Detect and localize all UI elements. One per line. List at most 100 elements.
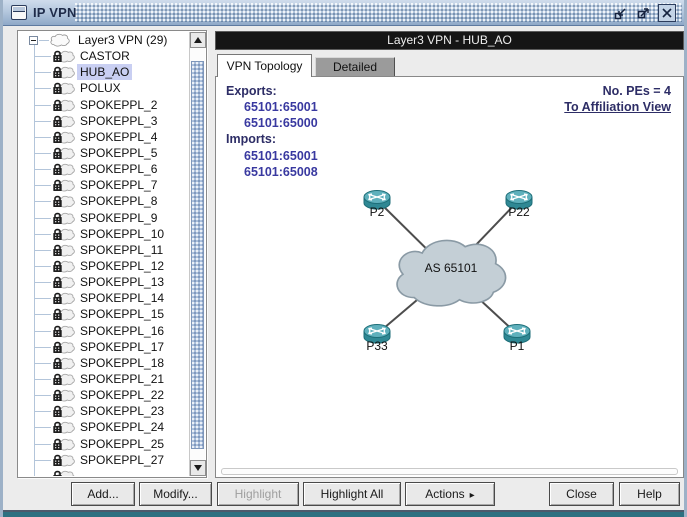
tree-vertical-scrollbar[interactable] <box>189 32 205 476</box>
lock-cloud-icon <box>52 146 76 160</box>
tree-item-label: SPOKEPPL_6 <box>77 161 160 177</box>
tree-connector <box>34 105 51 106</box>
tree-item[interactable]: SPOKEPPL_11 <box>19 242 189 258</box>
collapse-expander-icon[interactable] <box>29 36 38 45</box>
router-label: P1 <box>487 339 547 353</box>
tree-connector <box>34 444 51 445</box>
add-button[interactable]: Add... <box>71 482 135 506</box>
tree-item[interactable]: SPOKEPPL_5 <box>19 145 189 161</box>
tree-item[interactable]: SPOKEPPL_4 <box>19 129 189 145</box>
tree-item[interactable]: SPOKEPPL_9 <box>19 210 189 226</box>
tree-item[interactable]: SPOKEPPL_7 <box>19 177 189 193</box>
lock-cloud-icon <box>52 211 76 225</box>
actions-label: Actions <box>425 487 464 501</box>
tree-root[interactable]: Layer3 VPN (29) <box>19 32 189 48</box>
as-cloud-label: AS 65101 <box>401 261 501 275</box>
tree-connector <box>34 363 51 364</box>
titlebar-texture <box>75 3 682 22</box>
tree-item[interactable]: SPOKEPPL_10 <box>19 226 189 242</box>
lock-cloud-icon <box>52 227 76 241</box>
highlight-all-button[interactable]: Highlight All <box>303 482 401 506</box>
tree-item[interactable]: SPOKEPPL_15 <box>19 306 189 322</box>
tree-connector <box>39 40 49 41</box>
tree-item[interactable]: SPOKEPPL_3 <box>19 113 189 129</box>
detail-panel: Layer3 VPN - HUB_AO Detailed VPN Topolog… <box>215 30 684 478</box>
tree-connector <box>34 88 51 89</box>
tree-connector <box>34 234 51 235</box>
tree-item-label: SPOKEPPL_2 <box>77 97 160 113</box>
window-title: IP VPN <box>33 5 77 20</box>
tree-item[interactable]: SPOKEPPL_13 <box>19 274 189 290</box>
modify-button[interactable]: Modify... <box>139 482 212 506</box>
router-label: P2 <box>347 205 407 219</box>
tree-item-partial[interactable] <box>19 468 189 476</box>
maximize-icon[interactable] <box>635 4 653 22</box>
lock-cloud-icon <box>52 388 76 402</box>
tree-item[interactable]: SPOKEPPL_25 <box>19 436 189 452</box>
tree-item-label: SPOKEPPL_16 <box>77 323 167 339</box>
tree-item[interactable]: SPOKEPPL_16 <box>19 323 189 339</box>
close-button[interactable]: Close <box>549 482 614 506</box>
tab-vpn-topology[interactable]: VPN Topology <box>217 54 312 77</box>
tree-item[interactable]: SPOKEPPL_27 <box>19 452 189 468</box>
tree-connector <box>34 331 51 332</box>
tree-item[interactable]: SPOKEPPL_22 <box>19 387 189 403</box>
tree-item-label: HUB_AO <box>77 64 132 80</box>
tree-item[interactable]: SPOKEPPL_2 <box>19 97 189 113</box>
lock-cloud-icon <box>52 420 76 434</box>
lock-cloud-icon <box>52 259 76 273</box>
tree-item[interactable]: HUB_AO <box>19 64 189 80</box>
vpn-tree-panel: Layer3 VPN (29) CASTORHUB_AOPOLUXSPOKEPP… <box>17 30 207 478</box>
tree-item-label: SPOKEPPL_3 <box>77 113 160 129</box>
lock-cloud-icon <box>52 65 76 79</box>
tree-item[interactable]: CASTOR <box>19 48 189 64</box>
lock-cloud-icon <box>52 130 76 144</box>
lock-cloud-icon <box>52 372 76 386</box>
tree-connector <box>34 411 51 412</box>
highlight-button: Highlight <box>217 482 299 506</box>
lock-cloud-icon <box>52 324 76 338</box>
title-bar[interactable]: IP VPN <box>3 0 684 26</box>
tree-connector <box>34 298 51 299</box>
lock-cloud-icon <box>52 81 76 95</box>
tree-item[interactable]: SPOKEPPL_17 <box>19 339 189 355</box>
tree-item-label: SPOKEPPL_8 <box>77 193 160 209</box>
tree-item[interactable]: SPOKEPPL_14 <box>19 290 189 306</box>
tree-item-label: SPOKEPPL_13 <box>77 274 167 290</box>
tree-item[interactable]: SPOKEPPL_23 <box>19 403 189 419</box>
tree-item-label: SPOKEPPL_9 <box>77 210 160 226</box>
scroll-down-icon[interactable] <box>190 460 206 476</box>
tree-connector <box>34 169 51 170</box>
lock-cloud-icon <box>52 356 76 370</box>
button-bar: Add... Modify... Highlight Highlight All… <box>3 482 684 510</box>
actions-menu-button[interactable]: Actions▸ <box>405 482 495 506</box>
tree-item[interactable]: SPOKEPPL_18 <box>19 355 189 371</box>
tree-item[interactable]: SPOKEPPL_8 <box>19 193 189 209</box>
tree-connector <box>34 460 51 461</box>
close-icon[interactable] <box>658 4 676 22</box>
tree-item-label: SPOKEPPL_27 <box>77 452 167 468</box>
help-button[interactable]: Help <box>619 482 680 506</box>
tree-item-label: SPOKEPPL_4 <box>77 129 160 145</box>
tree-connector <box>34 153 51 154</box>
tree-item[interactable]: SPOKEPPL_12 <box>19 258 189 274</box>
scrollbar-thumb[interactable] <box>191 61 204 449</box>
tree-connector <box>34 379 51 380</box>
tree-connector <box>34 314 51 315</box>
tree-item[interactable]: SPOKEPPL_24 <box>19 419 189 435</box>
lock-cloud-icon <box>52 275 76 289</box>
tree-item[interactable]: SPOKEPPL_21 <box>19 371 189 387</box>
iconify-icon[interactable] <box>612 4 630 22</box>
lock-cloud-icon <box>52 98 76 112</box>
tree-item[interactable]: POLUX <box>19 80 189 96</box>
tree-item-label: SPOKEPPL_21 <box>77 371 167 387</box>
lock-cloud-icon <box>52 49 76 63</box>
tree-item[interactable]: SPOKEPPL_6 <box>19 161 189 177</box>
horizontal-scrollbar[interactable] <box>221 468 678 475</box>
tree-item-label: SPOKEPPL_15 <box>77 306 167 322</box>
tree-item-label: SPOKEPPL_17 <box>77 339 167 355</box>
tree-connector <box>34 250 51 251</box>
tab-detailed[interactable]: Detailed <box>315 57 395 76</box>
topology-diagram: AS 65101 P2 P22 P33 P1 <box>216 77 683 477</box>
scroll-up-icon[interactable] <box>190 32 206 48</box>
